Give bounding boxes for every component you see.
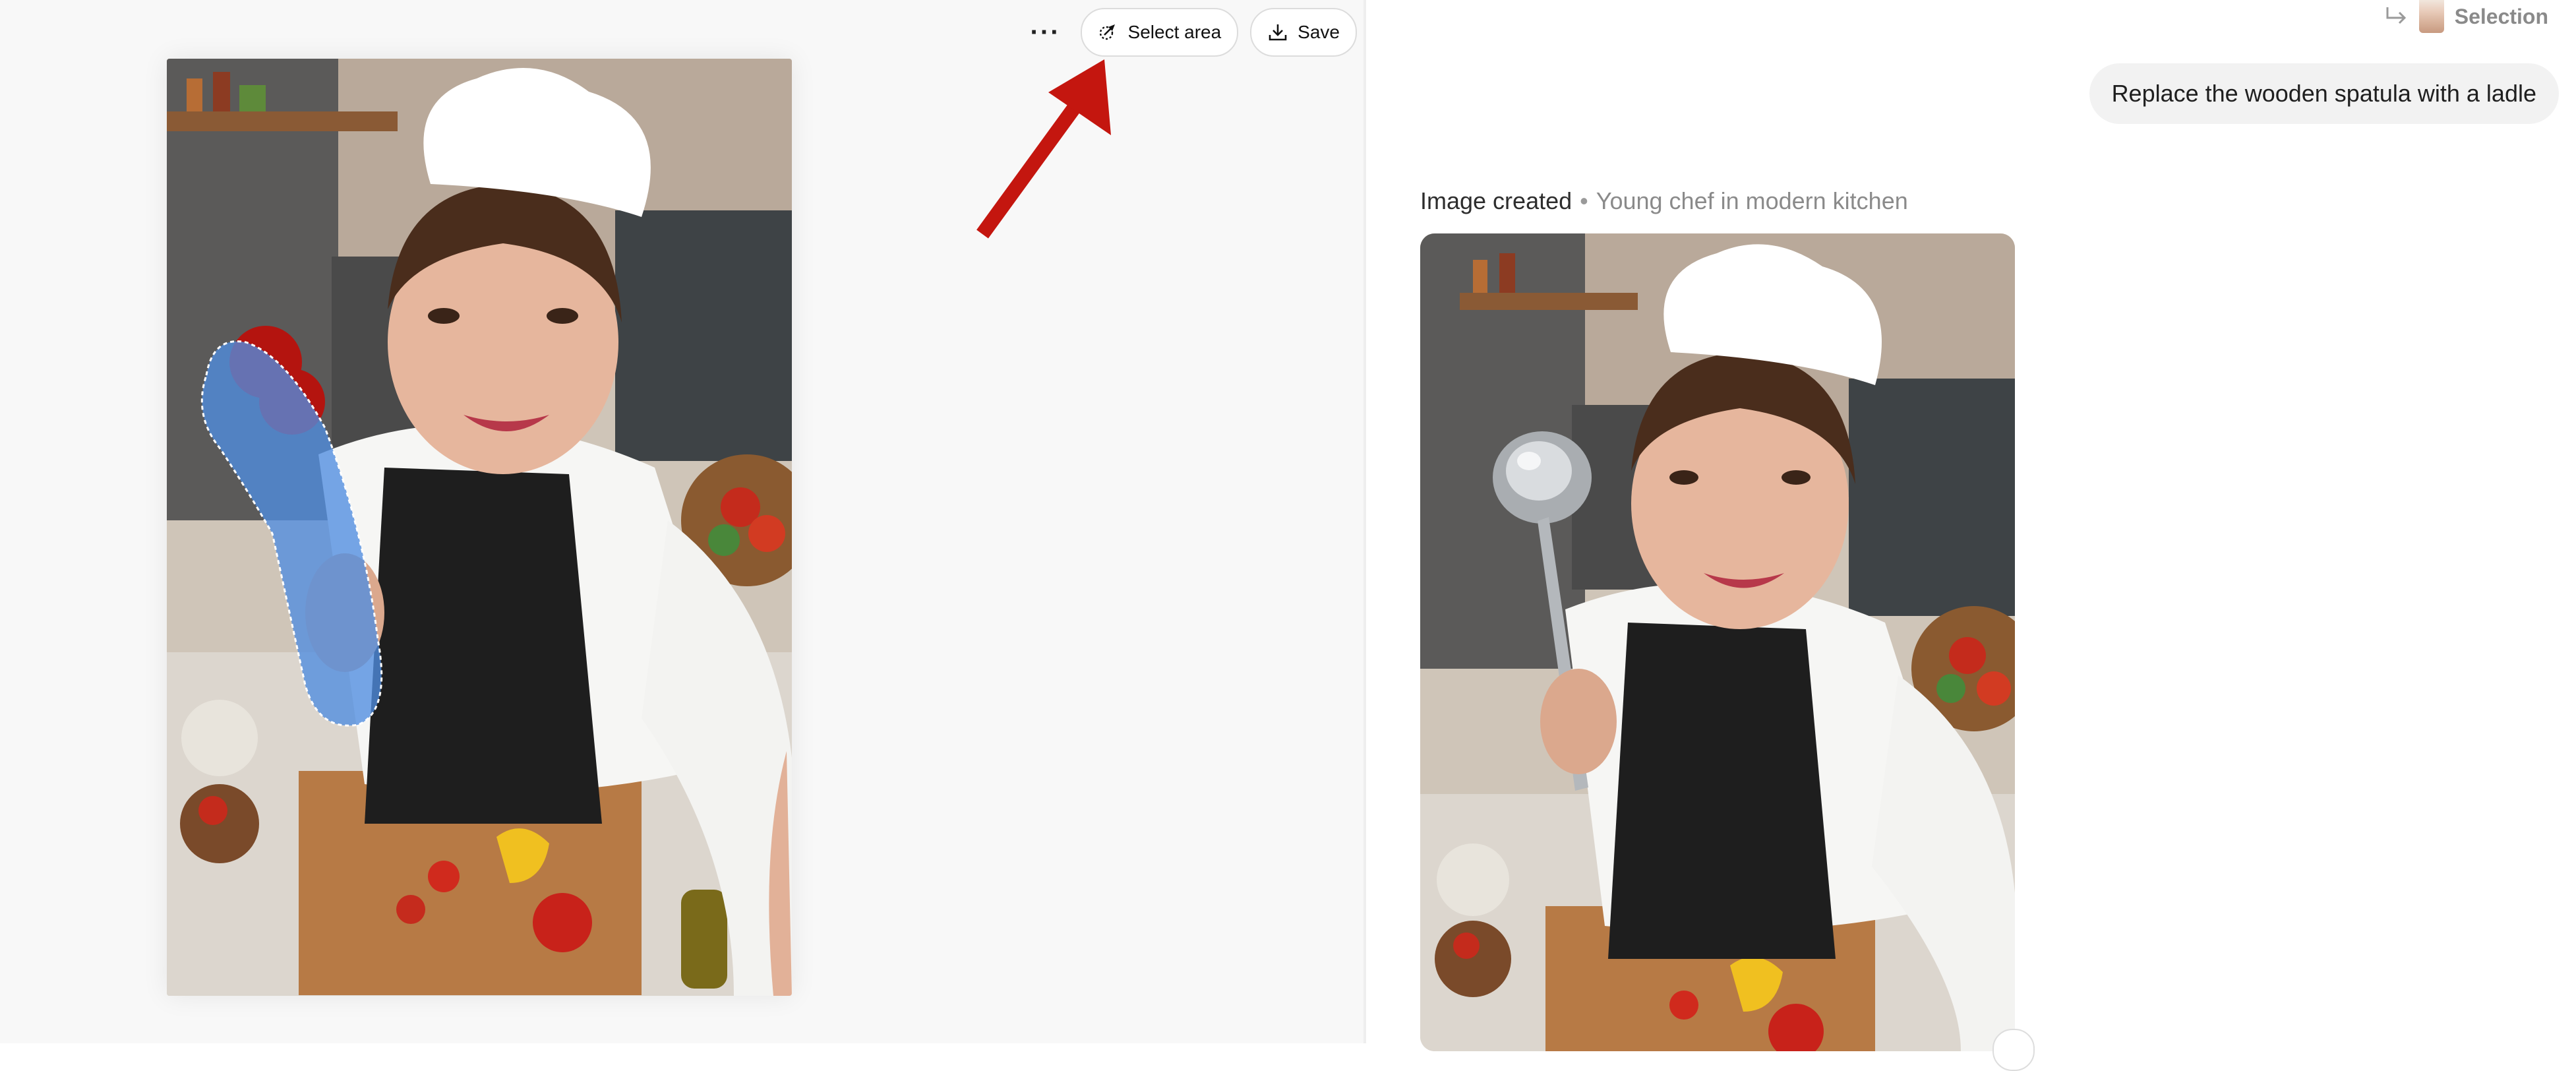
selection-label: Selection [2454,4,2548,28]
save-button[interactable]: Save [1250,8,1357,57]
image-action-button[interactable] [1992,1029,2035,1071]
result-caption: Young chef in modern kitchen [1596,187,1908,214]
save-label: Save [1298,22,1340,42]
reply-arrow-icon [2386,7,2406,24]
generated-image[interactable] [1420,233,2015,1051]
result-separator: • [1580,187,1588,214]
selection-thumbnail [2418,0,2444,33]
image-editor-pane: ··· Select area Save [0,0,1363,1043]
download-icon [1269,24,1287,41]
select-area-button[interactable]: Select area [1080,8,1239,57]
user-message-text: Replace the wooden spatula with a ladle [2111,80,2536,107]
source-image-canvas[interactable] [167,59,792,996]
annotation-arrow [976,59,1111,239]
result-status: Image created [1420,187,1573,214]
more-options-button[interactable]: ··· [1023,9,1069,55]
select-area-icon [1099,24,1115,40]
editor-toolbar: ··· Select area Save [1023,8,1357,57]
user-message-bubble: Replace the wooden spatula with a ladle [2089,63,2559,124]
selection-reference[interactable]: Selection [2383,0,2548,33]
result-header: Image created • Young chef in modern kit… [1420,187,1908,215]
more-horizontal-icon: ··· [1030,17,1061,47]
select-area-label: Select area [1127,22,1222,42]
chef-photo-with-ladle [1420,233,2015,1051]
chef-photo-with-selection [167,59,792,996]
chat-pane: Selection Replace the wooden spatula wit… [1366,0,2576,1071]
